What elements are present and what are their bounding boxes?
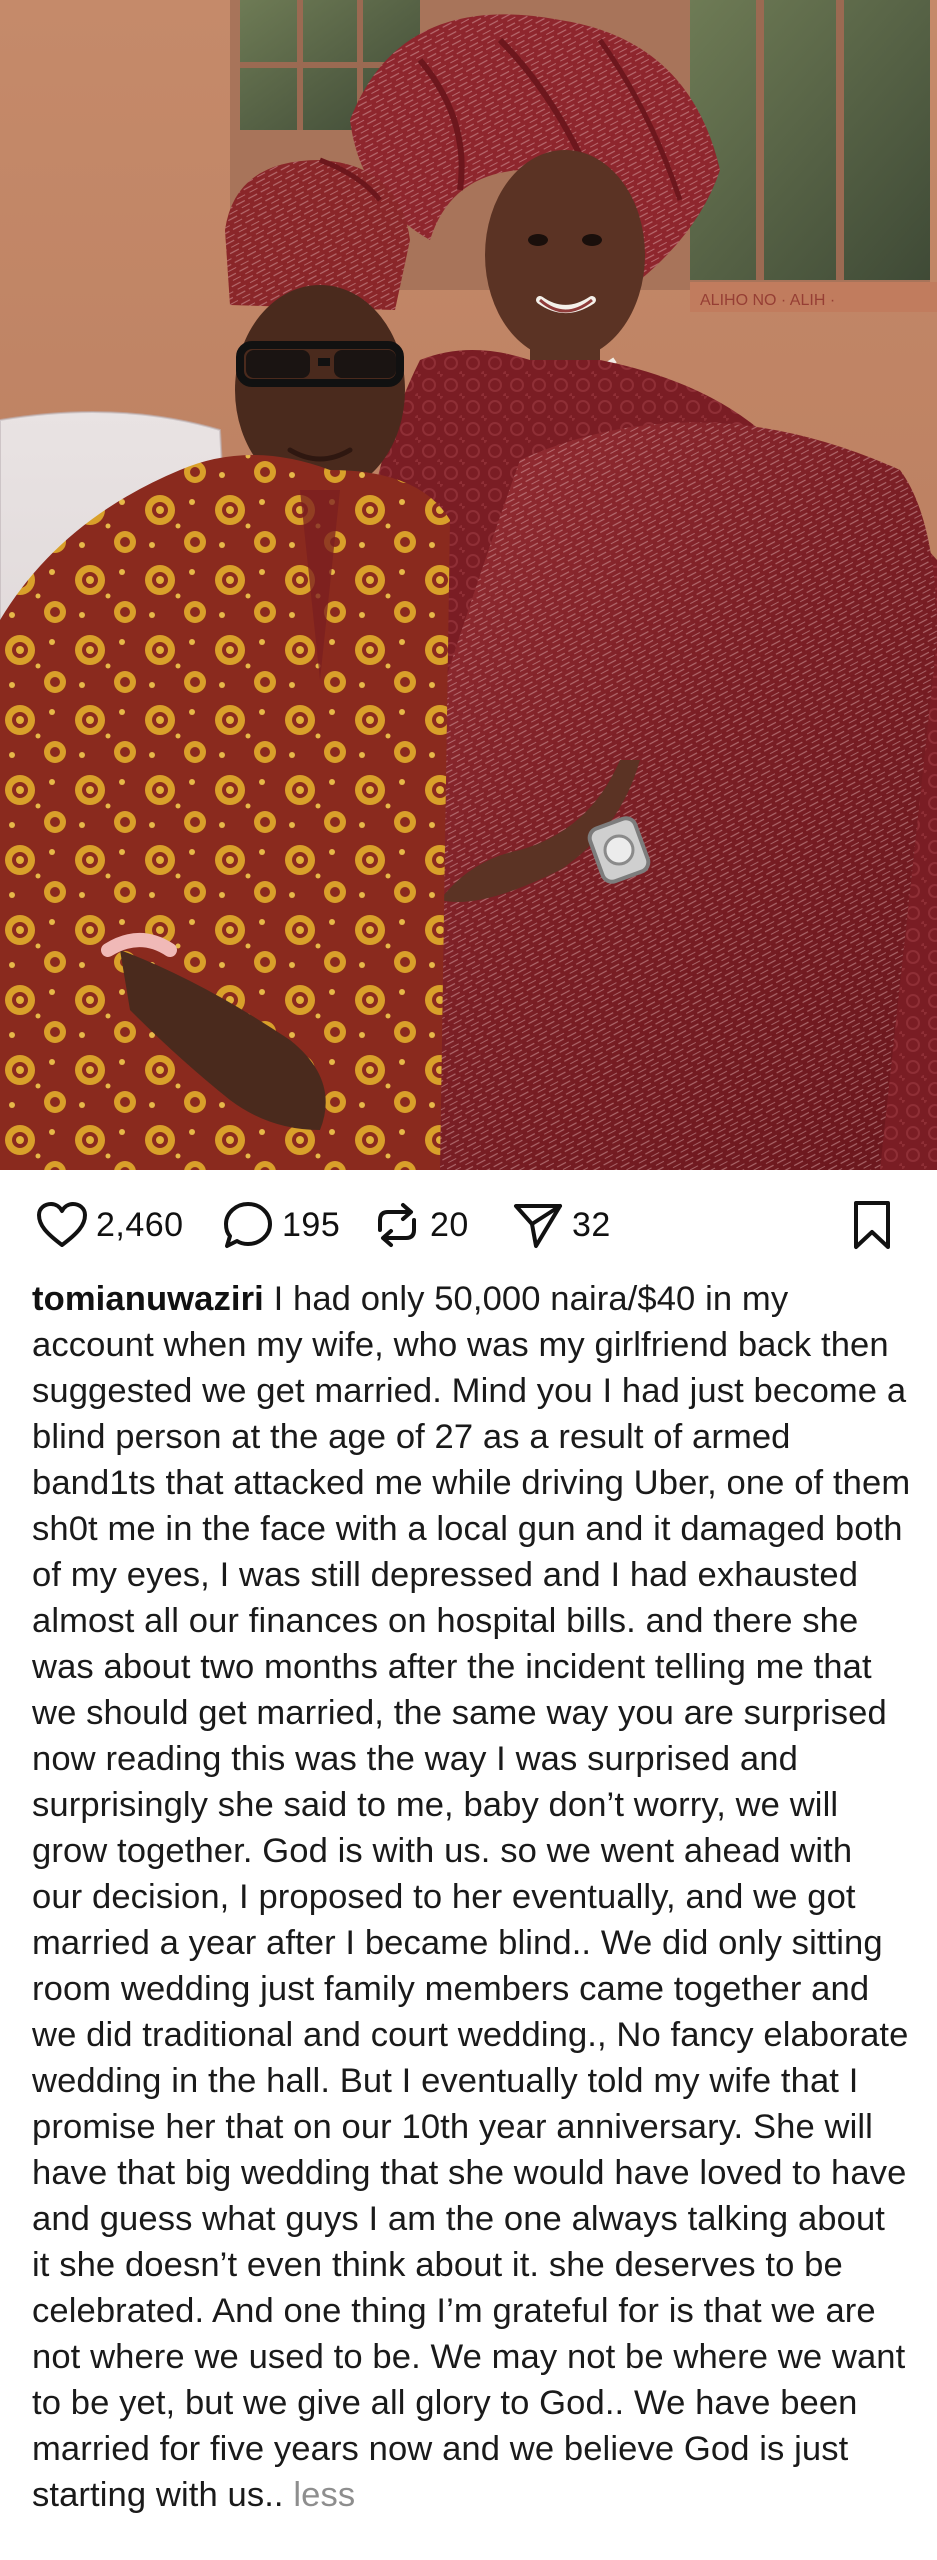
- like-button[interactable]: 2,460: [36, 1198, 184, 1252]
- post-photo[interactable]: ALIHO NO · ALIH ·: [0, 0, 937, 1170]
- save-button[interactable]: [850, 1198, 894, 1252]
- repost-icon: [378, 1203, 416, 1247]
- repost-count: 20: [430, 1205, 469, 1244]
- send-paper-plane-icon: [514, 1204, 562, 1248]
- comment-button[interactable]: 195: [222, 1198, 340, 1252]
- caption-username[interactable]: tomianuwaziri: [32, 1280, 264, 1318]
- couple-photo-illustration: ALIHO NO · ALIH ·: [0, 0, 937, 1170]
- comment-count: 195: [282, 1205, 341, 1244]
- caption-less-link[interactable]: less: [293, 2476, 355, 2514]
- heart-icon: [37, 1202, 87, 1247]
- caption-text: I had only 50,000 naira/$40 in my accoun…: [32, 1280, 911, 2514]
- post-caption: tomianuwaziri I had only 50,000 naira/$4…: [32, 1276, 912, 2518]
- share-count: 32: [572, 1205, 611, 1244]
- repost-button[interactable]: 20: [372, 1198, 469, 1252]
- like-count: 2,460: [96, 1205, 184, 1244]
- post-actions-bar: 2,460 195 20 32: [0, 1170, 937, 1280]
- svg-text:ALIHO NO · ALIH ·: ALIHO NO · ALIH ·: [700, 292, 835, 309]
- bookmark-icon: [854, 1201, 890, 1249]
- comment-bubble-icon: [224, 1202, 272, 1248]
- share-button[interactable]: 32: [512, 1198, 611, 1252]
